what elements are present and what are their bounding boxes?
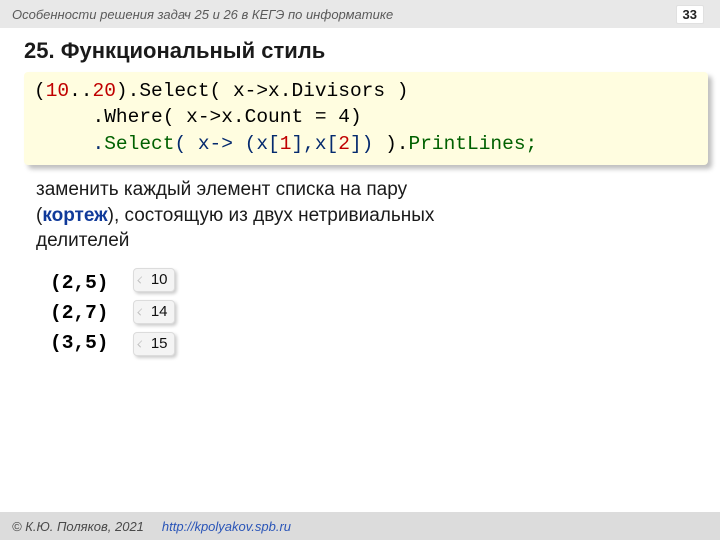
number-badge: 10 — [133, 268, 175, 292]
tuple-item: (2,7) — [50, 298, 109, 328]
page-number: 33 — [676, 5, 704, 24]
number-badges: 10 14 15 — [133, 268, 175, 356]
slide-header: Особенности решения задач 25 и 26 в КЕГЭ… — [0, 0, 720, 28]
body-line-1: заменить каждый элемент списка на пару — [36, 177, 696, 203]
code-block: (10..20).Select( x->x.Divisors ) .Where(… — [24, 72, 708, 165]
code-line-2: .Where( x->x.Count = 4) — [34, 106, 362, 128]
slide-title: 25. Функциональный стиль — [0, 28, 720, 72]
number-badge: 14 — [133, 300, 175, 324]
code-line-1: (10..20).Select( x->x.Divisors ) — [34, 80, 408, 102]
footer-url: http://kpolyakov.spb.ru — [162, 519, 291, 534]
tuple-list: (2,5) (2,7) (3,5) — [50, 268, 109, 359]
body-text: заменить каждый элемент списка на пару (… — [0, 165, 720, 254]
term-tuple: кортеж — [42, 205, 107, 226]
tuple-item: (3,5) — [50, 328, 109, 358]
body-line-3: делителей — [36, 228, 696, 254]
doc-title: Особенности решения задач 25 и 26 в КЕГЭ… — [12, 7, 393, 22]
copyright: © К.Ю. Поляков, 2021 — [12, 519, 144, 534]
results-area: (2,5) (2,7) (3,5) 10 14 15 — [0, 254, 720, 359]
tuple-item: (2,5) — [50, 268, 109, 298]
body-line-2: (кортеж), состоящую из двух нетривиальны… — [36, 203, 696, 229]
slide-footer: © К.Ю. Поляков, 2021 http://kpolyakov.sp… — [0, 512, 720, 540]
code-line-3: .Select( x-> (x[1],x[2]) ).PrintLines; — [34, 133, 537, 155]
number-badge: 15 — [133, 332, 175, 356]
